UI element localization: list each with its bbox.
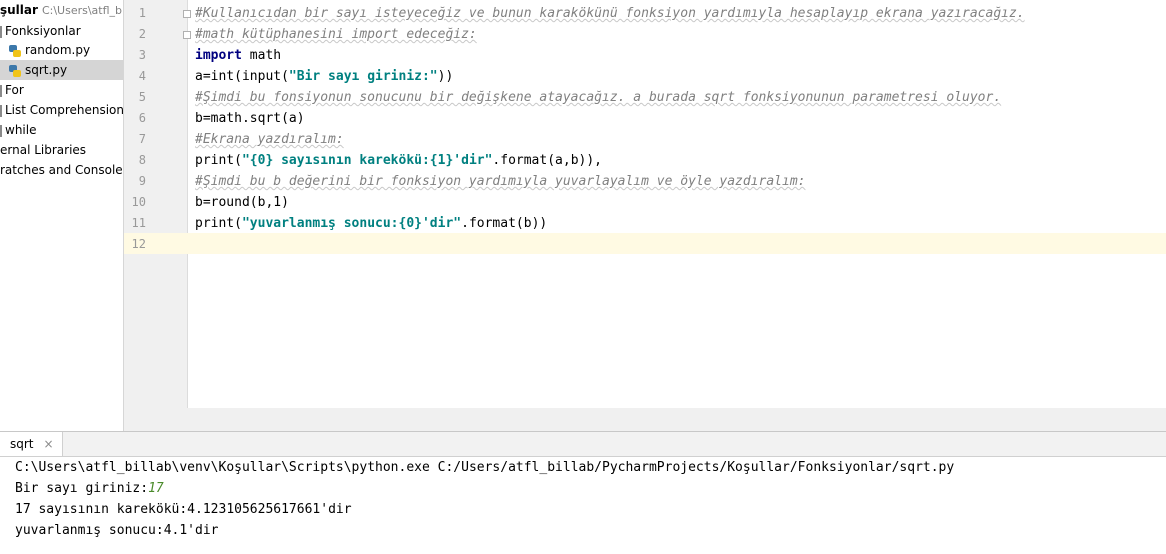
tree-folder-for[interactable]: For [0, 80, 24, 100]
folder-icon [0, 124, 2, 137]
project-root-path: C:\Users\atfl_billa [41, 4, 123, 17]
run-tab-bar: sqrt × [0, 432, 1166, 457]
line-number: 7 [138, 132, 146, 146]
folder-icon [0, 104, 2, 117]
editor-bottom-area [124, 408, 1166, 431]
line-number: 2 [138, 27, 146, 41]
code-line-6[interactable]: b=math.sqrt(a) [195, 108, 305, 129]
tree-external-libraries[interactable]: ernal Libraries [0, 140, 86, 160]
console-output-line: 17 sayısının karekökü:4.123105625617661'… [15, 502, 352, 517]
line-number: 10 [131, 195, 146, 209]
line-number: 6 [138, 111, 146, 125]
tree-item-label: sqrt.py [25, 63, 68, 77]
tree-item-label: while [5, 123, 37, 137]
line-number: 1 [138, 6, 146, 20]
console-output-line: yuvarlanmış sonucu:4.1'dir [15, 523, 219, 538]
project-root-row[interactable]: şullarC:\Users\atfl_billa [0, 0, 123, 20]
project-root-label: şullar [0, 3, 38, 17]
line-number: 3 [138, 48, 146, 62]
tree-folder-while[interactable]: while [0, 120, 36, 140]
close-icon[interactable]: × [44, 437, 54, 451]
tree-item-label: For [5, 83, 24, 97]
console-command-line: C:\Users\atfl_billab\venv\Koşullar\Scrip… [15, 460, 955, 475]
console-user-input: 17 [148, 481, 164, 496]
tree-file-sqrt-py[interactable]: sqrt.py [0, 60, 123, 80]
python-file-icon [9, 44, 21, 57]
caret-row-highlight [124, 233, 1166, 254]
line-number: 11 [131, 216, 146, 230]
tree-item-label: ratches and Consoles [0, 163, 124, 177]
line-number: 8 [138, 153, 146, 167]
tree-item-label: ernal Libraries [0, 143, 87, 157]
folder-icon [0, 25, 2, 38]
code-line-9[interactable]: #Şimdi bu b değerini bir fonksiyon yardı… [195, 171, 805, 192]
python-file-icon [9, 64, 21, 77]
code-line-11[interactable]: print("yuvarlanmış sonucu:{0}'dir".forma… [195, 213, 547, 234]
tree-folder-list-comprehension[interactable]: List Comprehension [0, 100, 124, 120]
tree-item-label: Fonksiyonlar [5, 24, 81, 38]
code-line-8[interactable]: print("{0} sayısının karekökü:{1}'dir".f… [195, 150, 602, 171]
tree-item-label: random.py [25, 43, 91, 57]
folder-icon [0, 84, 2, 97]
fold-marker-icon[interactable] [183, 31, 191, 39]
code-line-4[interactable]: a=int(input("Bir sayı giriniz:")) [195, 66, 453, 87]
run-tab-label: sqrt [10, 437, 34, 451]
tree-item-label: List Comprehension [5, 103, 124, 117]
line-number: 4 [138, 69, 146, 83]
line-number: 9 [138, 174, 146, 188]
tree-scratches-and-consoles[interactable]: ratches and Consoles [0, 160, 124, 180]
console-prompt-line: Bir sayı giriniz:17 [15, 481, 164, 496]
code-line-7[interactable]: #Ekrana yazdıralım: [195, 129, 344, 150]
code-line-2[interactable]: #math kütüphanesini import edeceğiz: [195, 24, 477, 45]
code-line-1[interactable]: #Kullanıcıdan bir sayı isteyeceğiz ve bu… [195, 3, 1025, 24]
line-number: 5 [138, 90, 146, 104]
project-tree: şullarC:\Users\atfl_billa Fonksiyonlar r… [0, 0, 124, 431]
line-number: 12 [131, 237, 146, 251]
code-line-3[interactable]: import math [195, 45, 281, 66]
tree-file-random-py[interactable]: random.py [0, 40, 90, 60]
code-line-10[interactable]: b=round(b,1) [195, 192, 289, 213]
fold-marker-icon[interactable] [183, 10, 191, 18]
run-tab-sqrt[interactable]: sqrt × [0, 432, 63, 456]
code-line-5[interactable]: #Şimdi bu fonsiyonun sonucunu bir değişk… [195, 87, 1001, 108]
run-console[interactable]: C:\Users\atfl_billab\venv\Koşullar\Scrip… [0, 457, 1166, 554]
tree-folder-fonksiyonlar[interactable]: Fonksiyonlar [0, 21, 81, 41]
